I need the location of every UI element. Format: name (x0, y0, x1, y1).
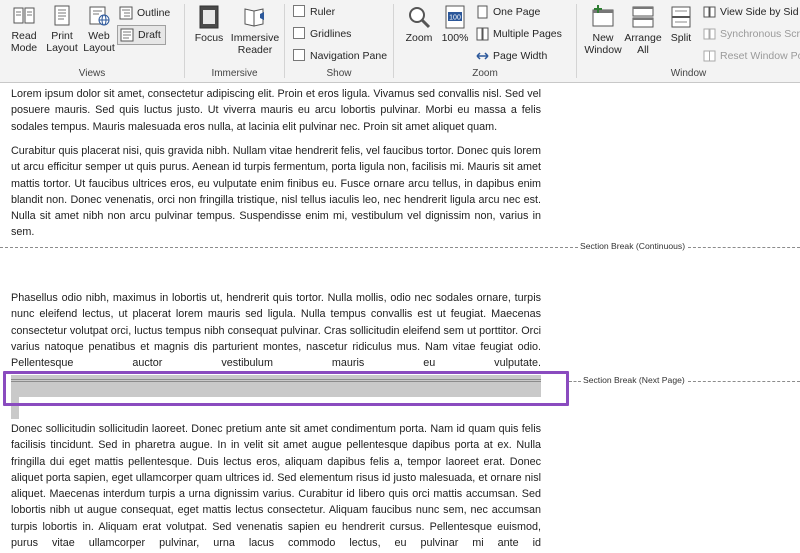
focus-button[interactable]: Focus (193, 4, 225, 44)
section-break-next-page-line (688, 381, 800, 382)
reset-window-position-label: Reset Window Po (720, 50, 800, 62)
split-icon (671, 6, 691, 28)
arrange-all-label: Arrange All (624, 32, 662, 56)
draft-label: Draft (138, 29, 161, 41)
synchronous-scrolling-icon (703, 28, 716, 40)
print-layout-label: Print Layout (46, 30, 78, 54)
ruler-checkbox[interactable]: Ruler (293, 3, 335, 21)
outline-button[interactable]: Outline (119, 4, 170, 22)
arrange-all-button[interactable]: Arrange All (623, 4, 663, 56)
window-group: New Window Arrange All Split View Side b… (577, 0, 800, 82)
page-width-icon (476, 52, 489, 60)
section-break-next-page-line (569, 381, 581, 382)
reset-window-position-icon (703, 50, 716, 62)
split-label: Split (670, 32, 692, 44)
zoom-button[interactable]: Zoom (402, 4, 436, 44)
draft-icon (120, 28, 134, 42)
paragraph-4[interactable]: Donec sollicitudin sollicitudin laoreet.… (11, 421, 541, 553)
views-group: Read Mode Print Layout Web Layout Outlin… (0, 0, 184, 82)
read-mode-label: Read Mode (10, 30, 38, 54)
navigation-pane-label: Navigation Pane (310, 50, 388, 62)
zoom-100-button[interactable]: 100 100% (440, 4, 470, 44)
multiple-pages-button[interactable]: Multiple Pages (476, 25, 562, 43)
immersive-group-label: Immersive (211, 68, 258, 79)
section-break-continuous-line (688, 247, 800, 248)
section-break-next-page-label: Section Break (Next Page) (583, 375, 685, 385)
navigation-pane-checkbox[interactable]: Navigation Pane (293, 47, 387, 65)
immersive-group: Focus Immersive Reader Immersive (185, 0, 284, 82)
outline-label: Outline (137, 7, 171, 19)
gridlines-label: Gridlines (310, 28, 352, 40)
zoom-100-label: 100% (441, 32, 469, 44)
immersive-reader-icon (244, 8, 264, 27)
view-side-by-side-button[interactable]: View Side by Sid (703, 3, 799, 21)
show-group: Ruler Gridlines Navigation Pane Show (285, 0, 393, 82)
focus-label: Focus (194, 32, 224, 44)
zoom-100-icon: 100 (445, 5, 465, 29)
multiple-pages-icon (476, 27, 489, 41)
print-layout-button[interactable]: Print Layout (45, 4, 79, 54)
navigation-pane-checkbox-box (293, 49, 305, 62)
ruler-label: Ruler (310, 6, 336, 18)
new-window-button[interactable]: New Window (583, 4, 623, 56)
immersive-reader-button[interactable]: Immersive Reader (229, 4, 281, 56)
paragraph-1[interactable]: Lorem ipsum dolor sit amet, consectetur … (11, 86, 541, 135)
one-page-label: One Page (493, 6, 541, 18)
gridlines-checkbox[interactable]: Gridlines (293, 25, 351, 43)
ruler-checkbox-box (293, 5, 305, 18)
immersive-reader-label: Immersive Reader (230, 32, 280, 56)
split-button[interactable]: Split (665, 4, 697, 44)
focus-icon (199, 5, 219, 29)
show-group-label: Show (326, 68, 352, 79)
print-layout-icon (54, 5, 70, 26)
view-ribbon: Read Mode Print Layout Web Layout Outlin… (0, 0, 800, 83)
section-break-continuous-label: Section Break (Continuous) (580, 241, 686, 251)
arrange-all-icon (632, 6, 654, 28)
draft-button[interactable]: Draft (117, 25, 166, 45)
page-width-button[interactable]: Page Width (476, 47, 547, 65)
document-area[interactable]: Lorem ipsum dolor sit amet, consectetur … (0, 83, 800, 553)
one-page-button[interactable]: One Page (476, 3, 540, 21)
zoom-group-label: Zoom (472, 68, 498, 79)
views-group-label: Views (78, 68, 106, 79)
outline-icon (119, 6, 133, 20)
zoom-label: Zoom (405, 32, 433, 44)
magnifier-icon (409, 7, 431, 29)
zoom-100-icon-text: 100 (449, 15, 461, 22)
synchronous-scrolling-button[interactable]: Synchronous Scr (703, 25, 800, 43)
paragraph-3[interactable]: Phasellus odio nibh, maximus in lobortis… (11, 290, 541, 370)
new-window-label: New Window (584, 32, 622, 56)
section-break-continuous-line (0, 247, 578, 248)
side-by-side-icon (703, 6, 716, 18)
multiple-pages-label: Multiple Pages (493, 28, 562, 40)
reset-window-position-button[interactable]: Reset Window Po (703, 47, 800, 65)
gridlines-checkbox-box (293, 27, 305, 40)
web-layout-icon (89, 6, 110, 26)
zoom-group: Zoom 100 100% One Page Multiple Pages Pa… (394, 0, 576, 82)
web-layout-button[interactable]: Web Layout (82, 4, 116, 54)
window-group-label: Window (670, 68, 707, 79)
page-width-label: Page Width (493, 50, 548, 62)
view-side-by-side-label: View Side by Sid (720, 6, 799, 18)
web-layout-label: Web Layout (83, 30, 115, 54)
purple-highlight-box (3, 371, 569, 406)
synchronous-scrolling-label: Synchronous Scr (720, 28, 800, 40)
new-window-icon (592, 5, 614, 27)
read-mode-button[interactable]: Read Mode (6, 4, 42, 54)
paragraph-2[interactable]: Curabitur quis placerat nisi, quis gravi… (11, 143, 541, 241)
one-page-icon (477, 5, 488, 19)
read-mode-icon (13, 7, 35, 24)
